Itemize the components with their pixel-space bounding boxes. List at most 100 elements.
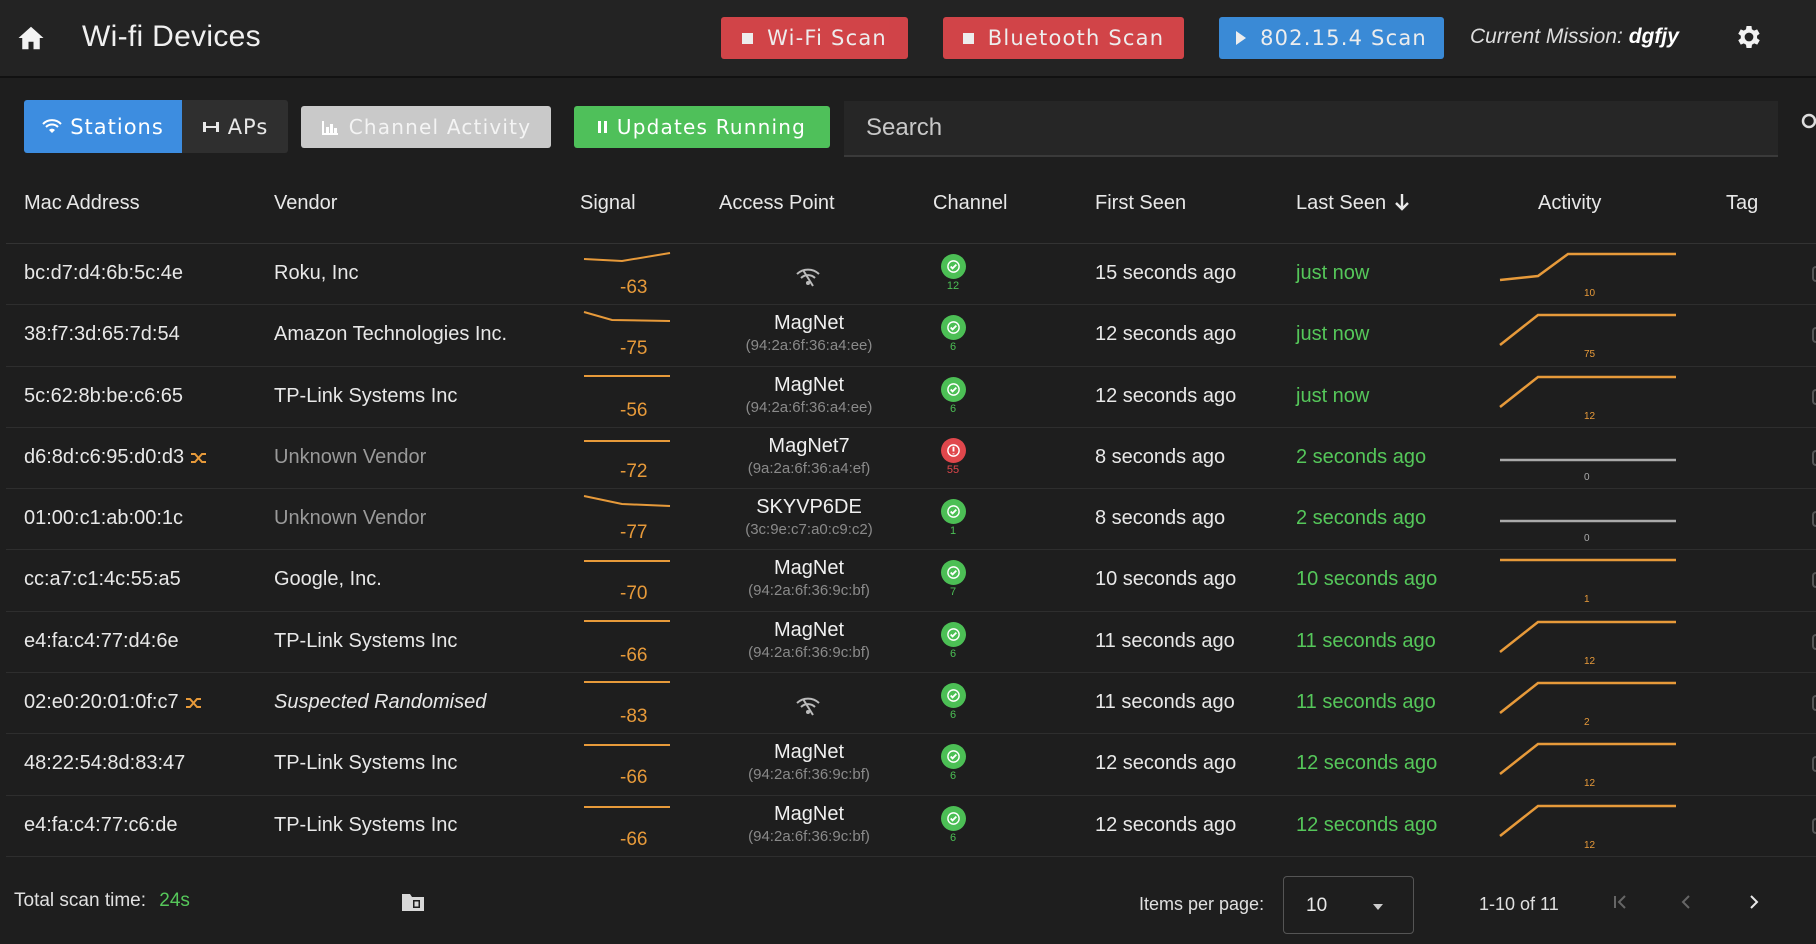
activity-value: 2 <box>1584 717 1590 729</box>
activity-cell: 0 <box>1498 430 1680 488</box>
home-icon[interactable] <box>16 23 46 53</box>
zigbee-scan-button[interactable]: 802.15.4 Scan <box>1219 17 1444 59</box>
channel-ok-icon <box>940 744 966 770</box>
gear-icon[interactable] <box>1734 22 1764 52</box>
items-per-page-select[interactable]: 10 <box>1283 876 1414 934</box>
signal-value: -63 <box>620 277 648 298</box>
signal-value: -56 <box>620 399 648 421</box>
table-row[interactable]: 01:00:c1:ab:00:1c Unknown Vendor -77 SKY… <box>6 489 1816 551</box>
access-point-cell[interactable]: MagNet (94:2a:6f:36:a4:ee) <box>704 373 914 419</box>
activity-value: 12 <box>1584 778 1596 790</box>
channel-cell: 6 <box>936 376 970 416</box>
shuffle-icon <box>191 452 207 463</box>
col-mac-address[interactable]: Mac Address <box>24 192 140 215</box>
wifi-unknown-icon <box>796 697 820 716</box>
first-seen: 11 seconds ago <box>1095 629 1235 652</box>
signal-value: -66 <box>620 767 648 789</box>
row-edge-marker <box>1812 817 1816 834</box>
updates-running-button[interactable]: Updates Running <box>574 106 830 148</box>
tab-stations[interactable]: Stations <box>24 100 182 153</box>
activity-cell: 12 <box>1498 614 1680 672</box>
last-seen: 2 seconds ago <box>1296 507 1427 530</box>
view-toggle: Stations APs <box>24 100 288 153</box>
col-tag[interactable]: Tag <box>1726 192 1758 215</box>
channel-activity-label: Channel Activity <box>348 115 532 139</box>
wifi-scan-button[interactable]: Wi-Fi Scan <box>721 17 908 59</box>
sort-down-icon <box>1394 194 1409 211</box>
ap-name: MagNet <box>773 618 845 641</box>
table-row[interactable]: 02:e0:20:01:0f:c7 Suspected Randomised -… <box>6 673 1816 735</box>
table-row[interactable]: 38:f7:3d:65:7d:54 Amazon Technologies In… <box>6 305 1816 367</box>
first-page-button[interactable] <box>1606 888 1634 916</box>
table-row[interactable]: e4:fa:c4:77:d4:6e TP-Link Systems Inc -6… <box>6 612 1816 674</box>
access-point-cell[interactable]: MagNet (94:2a:6f:36:9c:bf) <box>704 802 914 848</box>
last-seen: just now <box>1296 262 1370 284</box>
access-point-cell[interactable]: SKYVP6DE (3c:9e:c7:a0:c9:c2) <box>704 495 914 541</box>
mac-address-cell: 48:22:54:8d:83:47 <box>24 752 185 775</box>
ap-name: MagNet <box>773 312 845 335</box>
col-signal[interactable]: Signal <box>580 192 636 215</box>
signal-sparkline <box>584 439 670 442</box>
signal-cell: -75 <box>582 308 672 364</box>
signal-sparkline <box>584 681 670 684</box>
vendor: Unknown Vendor <box>274 507 427 530</box>
channel-cell: 6 <box>936 744 970 783</box>
search-input[interactable] <box>844 101 1778 155</box>
vendor: Google, Inc. <box>274 568 382 591</box>
vendor: TP-Link Systems Inc <box>274 629 458 652</box>
channel-ok-icon <box>940 621 966 647</box>
stop-icon <box>962 32 974 44</box>
ap-mac: (94:2a:6f:36:9c:bf) <box>748 766 870 784</box>
activity-value: 0 <box>1584 471 1590 483</box>
table-row[interactable]: cc:a7:c1:4c:55:a5 Google, Inc. -70 MagNe… <box>6 550 1816 612</box>
ap-mac: (94:2a:6f:36:9c:bf) <box>748 827 870 845</box>
access-point-cell[interactable]: MagNet (94:2a:6f:36:9c:bf) <box>704 618 914 664</box>
last-seen: 11 seconds ago <box>1296 629 1436 652</box>
col-first-seen[interactable]: First Seen <box>1095 192 1186 215</box>
tab-aps[interactable]: APs <box>182 100 288 153</box>
table-row[interactable]: bc:d7:d4:6b:5c:4e Roku, Inc -63 12 15 se… <box>6 244 1816 306</box>
table-row[interactable]: d6:8d:c6:95:d0:d3 Unknown Vendor -72 Mag… <box>6 428 1816 490</box>
table-body: bc:d7:d4:6b:5c:4e Roku, Inc -63 12 15 se… <box>6 244 1816 857</box>
table-row[interactable]: 48:22:54:8d:83:47 TP-Link Systems Inc -6… <box>6 734 1816 796</box>
activity-value: 75 <box>1584 349 1596 361</box>
bluetooth-scan-button[interactable]: Bluetooth Scan <box>943 17 1184 59</box>
signal-cell: -83 <box>582 676 672 732</box>
access-point-cell[interactable]: MagNet7 (9a:2a:6f:36:a4:ef) <box>704 434 914 480</box>
activity-value: 0 <box>1584 533 1590 545</box>
prev-page-button[interactable] <box>1672 888 1700 916</box>
wifi-icon <box>42 118 62 133</box>
mac-address-cell: d6:8d:c6:95:d0:d3 <box>24 446 208 469</box>
col-vendor[interactable]: Vendor <box>274 192 337 215</box>
row-edge-marker <box>1812 266 1816 282</box>
channel-number: 12 <box>946 280 960 292</box>
col-channel[interactable]: Channel <box>933 192 1008 215</box>
mac-address-cell: cc:a7:c1:4c:55:a5 <box>24 568 181 591</box>
table-row[interactable]: e4:fa:c4:77:c6:de TP-Link Systems Inc -6… <box>6 796 1816 857</box>
first-seen: 12 seconds ago <box>1095 813 1237 836</box>
items-per-page-value: 10 <box>1306 895 1328 916</box>
access-point-cell[interactable]: MagNet (94:2a:6f:36:9c:bf) <box>704 556 914 602</box>
access-point-cell[interactable]: MagNet (94:2a:6f:36:a4:ee) <box>704 311 914 357</box>
mac-address-cell: bc:d7:d4:6b:5c:4e <box>24 262 183 285</box>
folder-export-icon[interactable] <box>400 890 426 914</box>
signal-cell: -56 <box>582 370 672 426</box>
mac-address: 02:e0:20:01:0f:c7 <box>24 691 179 714</box>
last-seen: 12 seconds ago <box>1296 752 1438 775</box>
access-point-cell[interactable]: MagNet (94:2a:6f:36:9c:bf) <box>704 740 914 786</box>
last-seen: 2 seconds ago <box>1296 445 1427 468</box>
signal-cell: -63 <box>582 247 672 303</box>
ap-mac: (94:2a:6f:36:a4:ee) <box>745 398 873 416</box>
next-page-button[interactable] <box>1740 888 1768 916</box>
activity-cell: 1 <box>1498 552 1680 610</box>
channel-activity-button[interactable]: Channel Activity <box>301 106 551 148</box>
col-activity[interactable]: Activity <box>1538 192 1601 215</box>
top-bar: Wi-fi Devices Wi-Fi Scan Bluetooth Scan … <box>0 0 1816 78</box>
col-access-point[interactable]: Access Point <box>719 192 835 215</box>
signal-sparkline <box>584 805 670 808</box>
ap-name: MagNet <box>773 802 845 825</box>
col-last-seen[interactable]: Last Seen <box>1296 192 1412 215</box>
table-row[interactable]: 5c:62:8b:be:c6:65 TP-Link Systems Inc -5… <box>6 367 1816 428</box>
search-icon[interactable] <box>1800 112 1816 132</box>
activity-cell: 10 <box>1498 246 1680 304</box>
